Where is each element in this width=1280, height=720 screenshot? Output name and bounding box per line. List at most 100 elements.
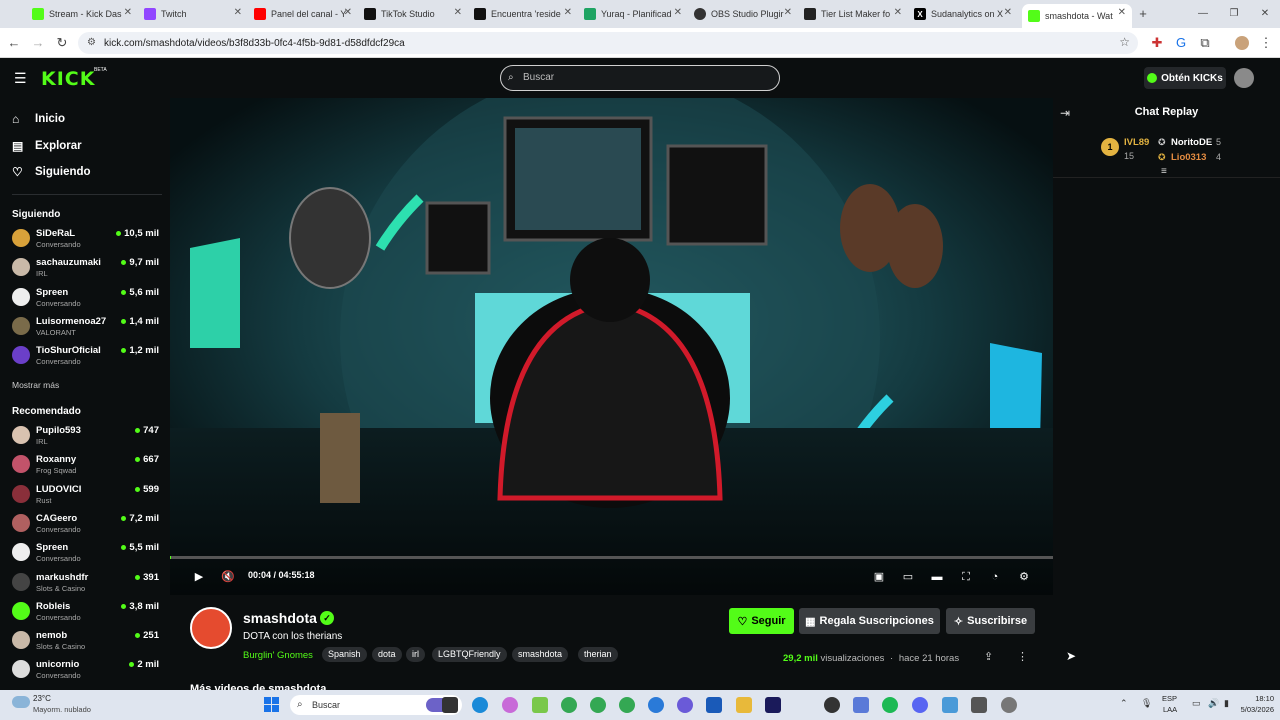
sidebar-channel[interactable]: Robleis Conversando 3,8 mil [12, 598, 162, 624]
more-options-icon[interactable]: ⋮ [1017, 650, 1028, 663]
gift-subs-button[interactable]: ▦ Regala Suscripciones [799, 608, 940, 634]
keyboard-layout[interactable]: LAA [1163, 705, 1177, 714]
sidebar-channel[interactable]: Spreen Conversando 5,6 mil [12, 284, 162, 310]
sidebar-item-inicio[interactable]: ⌂ Inicio [12, 112, 65, 126]
minimize-icon[interactable]: — [1194, 5, 1212, 23]
bookmark-star-icon[interactable]: ☆ [1119, 35, 1130, 49]
sidebar-item-siguiendo[interactable]: ♡ Siguiendo [12, 165, 91, 179]
app-icon[interactable] [853, 697, 869, 713]
close-tab-icon[interactable]: ✕ [674, 7, 682, 18]
tag-chip[interactable]: irl [406, 647, 425, 662]
close-tab-icon[interactable]: ✕ [124, 7, 132, 18]
app-icon[interactable] [677, 697, 693, 713]
close-tab-icon[interactable]: ✕ [234, 7, 242, 18]
battery-icon[interactable]: ▮ [1224, 698, 1229, 709]
sidebar-channel[interactable]: unicornio Conversando 2 mil [12, 656, 162, 682]
calculator-icon[interactable] [971, 697, 987, 713]
browser-tab[interactable]: Panel del canal - Y ✕ [248, 4, 358, 24]
browser-tab[interactable]: Yuraq - Planificad ✕ [578, 4, 688, 24]
obs-icon[interactable] [824, 697, 840, 713]
browser-tab[interactable]: Stream - Kick Das ✕ [26, 4, 138, 24]
close-window-icon[interactable]: ✕ [1256, 5, 1274, 23]
search-input[interactable]: ⌕ Buscar [500, 65, 780, 91]
extension-megaphone-icon[interactable]: ✚ [1148, 34, 1166, 52]
subscribe-button[interactable]: ✧ Suscribirse [946, 608, 1035, 634]
sidebar-channel[interactable]: Roxanny Frog Sqwad 667 [12, 451, 162, 477]
browser-tab[interactable]: Encuentra 'reside ✕ [468, 4, 578, 24]
spotify-icon[interactable] [882, 697, 898, 713]
task-view-icon[interactable] [442, 697, 458, 713]
chrome-icon[interactable] [561, 697, 577, 713]
sidebar-channel[interactable]: Spreen Conversando 5,5 mil [12, 539, 162, 565]
translate-icon[interactable]: G [1172, 34, 1190, 52]
browser-tab[interactable]: TikTok Studio ✕ [358, 4, 468, 24]
extensions-icon[interactable]: ⧉ [1196, 34, 1214, 52]
playback-speed-icon[interactable]: ◔ [988, 570, 1002, 584]
mute-icon[interactable]: 🔇 [221, 570, 235, 584]
close-tab-icon[interactable]: ✕ [1118, 7, 1126, 18]
browser-tab[interactable]: Tier List Maker fo ✕ [798, 4, 908, 24]
forward-icon[interactable]: → [29, 34, 47, 52]
tag-chip[interactable]: smashdota [512, 647, 569, 662]
windows-start-icon[interactable] [264, 697, 280, 713]
close-tab-icon[interactable]: ✕ [894, 7, 902, 18]
close-tab-icon[interactable]: ✕ [564, 7, 572, 18]
settings-gear-icon[interactable]: ⚙ [1017, 570, 1031, 584]
close-tab-icon[interactable]: ✕ [784, 7, 792, 18]
share-icon[interactable]: ⇪ [984, 650, 993, 663]
sidebar-channel[interactable]: markushdfr Slots & Casino 391 [12, 569, 162, 595]
leader-name[interactable]: Lio0313 [1171, 152, 1206, 163]
sidebar-channel[interactable]: TioShurOficial Conversando 1,2 mil [12, 342, 162, 368]
microphone-icon[interactable]: 🎙 [1141, 698, 1152, 709]
browser-tab[interactable]: OBS Studio Plugir ✕ [688, 4, 798, 24]
network-icon[interactable]: ▭ [1192, 698, 1201, 709]
sidebar-channel[interactable]: CAGeero Conversando 7,2 mil [12, 510, 162, 536]
discord-icon[interactable] [912, 697, 928, 713]
chrome-icon[interactable] [619, 697, 635, 713]
file-explorer-icon[interactable] [736, 697, 752, 713]
sidebar-channel[interactable]: Luisormenoa27 VALORANT 1,4 mil [12, 313, 162, 339]
sidebar-channel[interactable]: Pupilo593 IRL 747 [12, 422, 162, 448]
close-tab-icon[interactable]: ✕ [1004, 7, 1012, 18]
browser-tab[interactable]: Twitch ✕ [138, 4, 248, 24]
sidebar-channel[interactable]: nemob Slots & Casino 251 [12, 627, 162, 653]
video-player[interactable]: ▶ 🔇 00:04 / 04:55:18 ▣ ▭ ▬ ⛶ ◔ ⚙ [170, 98, 1053, 595]
follow-button[interactable]: ♡ Seguir [729, 608, 794, 634]
copilot-icon[interactable] [502, 697, 518, 713]
url-input[interactable]: ⚙ kick.com/smashdota/videos/b3f8d33b-0fc… [78, 32, 1138, 54]
profile-avatar[interactable] [1233, 34, 1251, 52]
premiere-icon[interactable] [765, 697, 781, 713]
show-more-link[interactable]: Mostrar más [12, 380, 59, 390]
channel-name[interactable]: smashdota [243, 610, 317, 626]
play-icon[interactable]: ▶ [192, 570, 206, 584]
close-tab-icon[interactable]: ✕ [454, 7, 462, 18]
browser-menu-icon[interactable]: ⋮ [1257, 34, 1275, 52]
weather-icon[interactable] [12, 696, 30, 708]
settings-icon[interactable] [1001, 697, 1017, 713]
sidebar-channel[interactable]: sachauzumaki IRL 9,7 mil [12, 254, 162, 280]
tag-chip[interactable]: dota [372, 647, 402, 662]
tag-chip[interactable]: therian [578, 647, 618, 662]
fullscreen-icon[interactable]: ⛶ [959, 570, 973, 584]
edge-icon[interactable] [472, 697, 488, 713]
sidebar-channel[interactable]: LUDOVICI Rust 599 [12, 481, 162, 507]
channel-avatar[interactable] [190, 607, 232, 649]
clip-icon[interactable]: ▭ [901, 570, 915, 584]
app-icon[interactable] [648, 697, 664, 713]
browser-tab-active[interactable]: smashdota - Wat ✕ [1022, 4, 1132, 28]
chrome-icon[interactable] [590, 697, 606, 713]
sidebar-item-explorar[interactable]: ▤ Explorar [12, 139, 82, 153]
browser-tab[interactable]: X Sudanalytics on X ✕ [908, 4, 1018, 24]
language-code[interactable]: ESP [1162, 694, 1177, 703]
taskbar-search[interactable]: ⌕ Buscar [290, 695, 462, 715]
expand-leaderboard-icon[interactable]: ≡ [1161, 166, 1167, 177]
back-icon[interactable]: ← [5, 34, 23, 52]
theater-mode-icon[interactable]: ▬ [930, 570, 944, 584]
new-tab-icon[interactable]: + [1134, 5, 1152, 23]
hamburger-menu-icon[interactable]: ☰ [14, 70, 27, 87]
sidebar-channel[interactable]: SiDeRaL Conversando 10,5 mil [12, 225, 162, 251]
restore-icon[interactable]: ❐ [1225, 5, 1243, 23]
kick-logo[interactable]: KICK [41, 68, 95, 90]
site-info-icon[interactable]: ⚙ [87, 37, 96, 48]
volume-icon[interactable]: 🔊 [1208, 698, 1219, 709]
